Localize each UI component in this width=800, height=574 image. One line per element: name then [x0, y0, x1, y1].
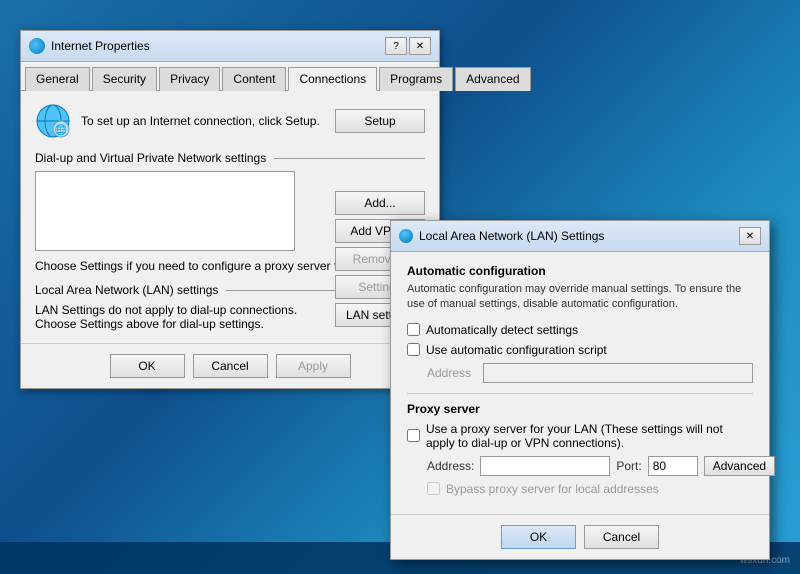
lan-ok-button[interactable]: OK — [501, 525, 576, 549]
lan-cancel-button[interactable]: Cancel — [584, 525, 659, 549]
proxy-section-title: Proxy server — [407, 402, 753, 416]
tab-connections[interactable]: Connections — [288, 67, 377, 91]
dial-up-list[interactable] — [35, 171, 295, 251]
lan-section-text: LAN Settings do not apply to dial-up con… — [35, 303, 325, 331]
lan-settings-dialog: Local Area Network (LAN) Settings ✕ Auto… — [390, 220, 770, 560]
tab-content[interactable]: Content — [222, 67, 286, 91]
bypass-checkbox-row: Bypass proxy server for local addresses — [427, 482, 753, 496]
tab-privacy[interactable]: Privacy — [159, 67, 220, 91]
auto-detect-checkbox[interactable] — [407, 323, 420, 336]
ie-icon — [29, 38, 45, 54]
ok-button[interactable]: OK — [110, 354, 185, 378]
tab-programs[interactable]: Programs — [379, 67, 453, 91]
internet-properties-footer: OK Cancel Apply — [21, 343, 439, 388]
setup-button[interactable]: Setup — [335, 109, 425, 133]
tab-advanced[interactable]: Advanced — [455, 67, 530, 91]
internet-properties-title: Internet Properties — [51, 39, 150, 53]
apply-button[interactable]: Apply — [276, 354, 351, 378]
internet-properties-content: 🌐 To set up an Internet connection, clic… — [21, 91, 439, 343]
address-label-text: Address — [427, 366, 477, 380]
proxy-label: Use a proxy server for your LAN (These s… — [426, 422, 753, 450]
auto-detect-row: Automatically detect settings — [407, 323, 753, 337]
lan-globe-icon — [399, 229, 413, 243]
tabs-row: General Security Privacy Content Connect… — [21, 62, 439, 91]
lan-dialog-titlebar: Local Area Network (LAN) Settings ✕ — [391, 221, 769, 252]
lan-titlebar-left: Local Area Network (LAN) Settings — [399, 229, 604, 243]
tab-security[interactable]: Security — [92, 67, 157, 91]
auto-script-checkbox[interactable] — [407, 343, 420, 356]
close-button[interactable]: ✕ — [409, 37, 431, 55]
setup-text: To set up an Internet connection, click … — [81, 114, 325, 128]
lan-close-icon: ✕ — [746, 231, 754, 242]
bypass-label: Bypass proxy server for local addresses — [446, 482, 659, 496]
auto-config-title: Automatic configuration — [407, 264, 753, 278]
auto-script-address-input[interactable] — [483, 363, 753, 383]
setup-row: 🌐 To set up an Internet connection, clic… — [35, 103, 425, 139]
separator — [407, 393, 753, 394]
cancel-button[interactable]: Cancel — [193, 354, 268, 378]
proxy-address-label: Address: — [427, 459, 474, 473]
tab-general[interactable]: General — [25, 67, 90, 91]
auto-script-address-row: Address — [427, 363, 753, 383]
lan-close-button[interactable]: ✕ — [739, 227, 761, 245]
titlebar-left: Internet Properties — [29, 38, 150, 54]
port-label: Port: — [616, 459, 641, 473]
proxy-checkbox[interactable] — [407, 429, 420, 442]
auto-detect-label: Automatically detect settings — [426, 323, 578, 337]
auto-script-row: Use automatic configuration script — [407, 343, 753, 357]
question-icon: ? — [393, 41, 399, 52]
advanced-button[interactable]: Advanced — [704, 456, 775, 476]
add-button[interactable]: Add... — [335, 191, 425, 215]
dial-up-section: Add... Add VPN... Remove... Settings — [35, 171, 425, 251]
auto-script-label: Use automatic configuration script — [426, 343, 607, 357]
setup-icon: 🌐 — [35, 103, 71, 139]
bypass-checkbox[interactable] — [427, 482, 440, 495]
dial-up-section-label: Dial-up and Virtual Private Network sett… — [35, 151, 425, 165]
proxy-address-row: Address: Port: 80 Advanced — [427, 456, 753, 476]
auto-config-desc: Automatic configuration may override man… — [407, 282, 753, 313]
help-button[interactable]: ? — [385, 37, 407, 55]
lan-dialog-footer: OK Cancel — [391, 514, 769, 559]
lan-titlebar-controls: ✕ — [739, 227, 761, 245]
close-icon: ✕ — [416, 41, 424, 52]
svg-text:🌐: 🌐 — [55, 123, 67, 136]
proxy-address-input[interactable] — [480, 456, 610, 476]
proxy-checkbox-row: Use a proxy server for your LAN (These s… — [407, 422, 753, 450]
port-input[interactable]: 80 — [648, 456, 698, 476]
internet-properties-titlebar: Internet Properties ? ✕ — [21, 31, 439, 62]
lan-row: LAN Settings do not apply to dial-up con… — [35, 303, 425, 331]
internet-properties-dialog: Internet Properties ? ✕ General Security… — [20, 30, 440, 389]
lan-dialog-title: Local Area Network (LAN) Settings — [419, 229, 604, 243]
lan-dialog-content: Automatic configuration Automatic config… — [391, 252, 769, 514]
titlebar-controls: ? ✕ — [385, 37, 431, 55]
